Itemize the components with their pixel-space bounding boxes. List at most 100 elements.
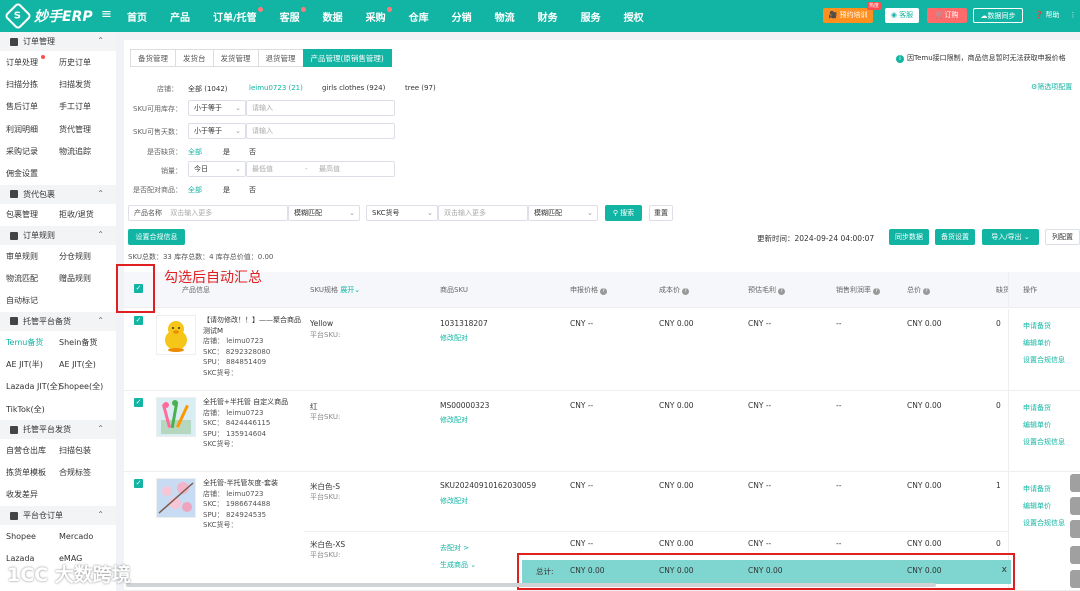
go-pair-link[interactable]: 去配对 > — [440, 543, 469, 553]
service-button[interactable]: ◉ 客服 — [885, 8, 919, 23]
nav-item-10[interactable]: 服务 — [581, 9, 601, 24]
more-menu-icon[interactable]: ⋮ — [1066, 8, 1080, 23]
oos-option-yes[interactable]: 是 — [223, 147, 230, 157]
nav-item-1[interactable]: 产品 — [170, 9, 190, 24]
sidebar-item[interactable]: 手工订单 — [59, 101, 112, 112]
sidebar-group-1[interactable]: 货代包裹 ⌃ — [0, 184, 116, 204]
nav-item-3[interactable]: 客服 — [280, 6, 306, 24]
sidebar-item[interactable]: 审单规则 — [6, 251, 59, 262]
sidebar-item[interactable]: 物流匹配 — [6, 273, 59, 284]
sidebar-item[interactable]: 收发差异 — [6, 489, 59, 500]
set-compliance-button[interactable]: 设置合规信息 — [128, 229, 185, 245]
nav-item-8[interactable]: 物流 — [495, 9, 515, 24]
sidebar-group-5[interactable]: 平台仓订单 ⌃ — [0, 506, 116, 526]
edit-price-link[interactable]: 编辑单价 — [1023, 501, 1051, 511]
float-tool-icon[interactable] — [1070, 497, 1080, 515]
order-button[interactable]: 🛒订购 — [927, 8, 967, 23]
product-match-select[interactable]: 模糊匹配 ⌄ — [288, 205, 360, 221]
float-tool-icon[interactable] — [1070, 546, 1080, 564]
edit-price-link[interactable]: 编辑单价 — [1023, 338, 1051, 348]
sidebar-item[interactable]: Shopee — [6, 532, 59, 541]
sidebar-group-3[interactable]: 托管平台备货 ⌃ — [0, 311, 116, 331]
sidebar-item[interactable]: 售后订单 — [6, 101, 59, 112]
sidebar-item[interactable]: 历史订单 — [59, 57, 112, 68]
nav-item-0[interactable]: 首页 — [127, 9, 147, 24]
edit-pair-link[interactable]: 修改配对 — [440, 496, 468, 506]
nav-item-6[interactable]: 仓库 — [409, 9, 429, 24]
sidebar-group-2[interactable]: 订单规则 ⌃ — [0, 226, 116, 246]
sidebar-item[interactable]: AE JIT(半) — [6, 359, 59, 370]
nav-item-7[interactable]: 分销 — [452, 9, 472, 24]
edit-price-link[interactable]: 编辑单价 — [1023, 420, 1051, 430]
store-option-girls[interactable]: girls clothes (924) — [322, 84, 385, 92]
store-option-leimu[interactable]: leimu0723 (21) — [249, 84, 303, 92]
sidebar-item[interactable]: 自动标记 — [6, 295, 59, 306]
set-compliance-link[interactable]: 设置合规信息 — [1023, 437, 1065, 447]
sku-days-input[interactable]: 请输入 — [246, 123, 395, 139]
sidebar-item[interactable]: 扫描分拣 — [6, 79, 59, 90]
sidebar-item[interactable]: 分仓规则 — [59, 251, 112, 262]
set-compliance-link[interactable]: 设置合规信息 — [1023, 518, 1065, 528]
sidebar-item[interactable]: 赠品规则 — [59, 273, 112, 284]
oos-option-all[interactable]: 全部 — [188, 147, 202, 157]
apply-stock-link[interactable]: 申请备货 — [1023, 484, 1051, 494]
sidebar-item[interactable]: TikTok(全) — [6, 404, 59, 415]
match-option-yes[interactable]: 是 — [223, 185, 230, 195]
product-name-search[interactable]: 产品名称 双击输入更多 — [128, 205, 288, 221]
app-logo[interactable]: S 妙手ERP — [3, 1, 93, 31]
sidebar-item[interactable]: Shein备货 — [59, 337, 112, 348]
expand-toggle[interactable]: 展开⌄ — [340, 286, 360, 294]
reset-button[interactable]: 重置 — [649, 205, 673, 221]
apply-stock-link[interactable]: 申请备货 — [1023, 321, 1051, 331]
sidebar-item[interactable]: Lazada JIT(全) — [6, 381, 61, 392]
oos-option-no[interactable]: 否 — [249, 147, 256, 157]
sales-range-input[interactable]: 最低值 - 最高值 — [246, 161, 395, 177]
store-option-tree[interactable]: tree (97) — [405, 84, 436, 92]
sidebar-item[interactable]: Shopee(全) — [59, 381, 112, 392]
row-checkbox[interactable]: ✓ — [134, 316, 143, 325]
apply-stock-link[interactable]: 申请备货 — [1023, 403, 1051, 413]
tab-3[interactable]: 退货管理 — [257, 49, 303, 67]
sidebar-item[interactable]: 物流追踪 — [59, 146, 112, 157]
float-tool-icon[interactable] — [1070, 520, 1080, 538]
column-config-button[interactable]: 列配置 — [1045, 229, 1080, 245]
sku-stock-compare-select[interactable]: 小于等于 ⌄ — [188, 100, 246, 116]
data-sync-button[interactable]: ☁数据同步 — [973, 8, 1023, 23]
store-option-all[interactable]: 全部 (1042) — [188, 84, 228, 94]
product-image[interactable] — [156, 397, 196, 437]
sidebar-group-0[interactable]: 订单管理 ⌃ — [0, 32, 116, 51]
sidebar-item[interactable]: 订单处理 — [6, 54, 59, 68]
row-checkbox[interactable]: ✓ — [134, 479, 143, 488]
stock-settings-button[interactable]: 备货设置 — [935, 229, 975, 245]
sidebar-item[interactable]: Temu备货 — [6, 337, 59, 348]
nav-item-5[interactable]: 采购 — [366, 6, 392, 24]
sidebar-item[interactable]: AE JIT(全) — [59, 359, 112, 370]
tab-4[interactable]: 产品管理(原销售管理) — [302, 49, 392, 67]
tab-0[interactable]: 备货管理 — [130, 49, 175, 67]
nav-item-9[interactable]: 财务 — [538, 9, 558, 24]
skc-match-select[interactable]: 模糊匹配 ⌄ — [528, 205, 598, 221]
set-compliance-link[interactable]: 设置合规信息 — [1023, 355, 1065, 365]
skc-search-input[interactable]: 双击输入更多 — [438, 205, 528, 221]
sidebar-item[interactable]: 采购记录 — [6, 146, 59, 157]
sidebar-item[interactable]: 拣货单模板 — [6, 467, 59, 478]
nav-item-4[interactable]: 数据 — [323, 9, 343, 24]
training-button[interactable]: 🎥 预约培训 热度 — [823, 2, 881, 23]
filter-settings-link[interactable]: ⚙筛选项配置 — [1031, 82, 1072, 92]
skc-field-select[interactable]: SKC货号 ⌄ — [366, 205, 438, 221]
sales-period-select[interactable]: 今日 ⌄ — [188, 161, 246, 177]
tab-1[interactable]: 发货台 — [175, 49, 213, 67]
horizontal-scrollbar[interactable] — [126, 583, 936, 587]
search-button[interactable]: ⚲ 搜索 — [605, 205, 642, 221]
sku-stock-input[interactable]: 请输入 — [246, 100, 395, 116]
row-checkbox[interactable]: ✓ — [134, 398, 143, 407]
menu-toggle-icon[interactable]: ≡ — [101, 7, 112, 22]
float-tool-icon[interactable] — [1070, 474, 1080, 492]
sku-days-compare-select[interactable]: 小于等于 ⌄ — [188, 123, 246, 139]
nav-item-2[interactable]: 订单/托管 — [213, 6, 263, 24]
sync-data-button[interactable]: 同步数据 — [889, 229, 929, 245]
sidebar-item[interactable]: Mercado — [59, 532, 112, 541]
sidebar-item[interactable]: 合规标签 — [59, 467, 112, 478]
generate-product-link[interactable]: 生成商品 ⌄ — [440, 560, 476, 570]
sidebar-item[interactable]: 拒收/退货 — [59, 209, 112, 220]
